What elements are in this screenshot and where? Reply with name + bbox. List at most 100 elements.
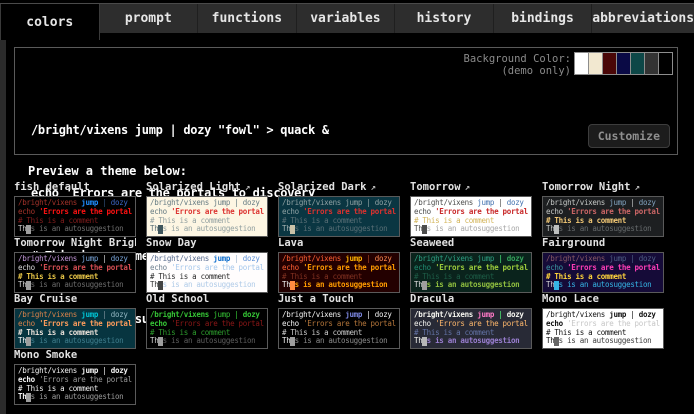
theme-just-a-touch[interactable]: Just a Touch /bright/vixens jump | dozy … — [278, 293, 400, 349]
theme-sample[interactable]: /bright/vixens jump | dozy "echo 'Errors… — [278, 308, 400, 349]
token-echo: echo — [282, 320, 299, 328]
theme-bay-cruise[interactable]: Bay Cruise /bright/vixens jump | dozy "e… — [14, 293, 136, 349]
theme-mono-lace[interactable]: Mono Lace /bright/vixens jump | dozy "ec… — [542, 293, 664, 349]
token-prefix: Th — [546, 337, 554, 345]
token-comment: # This is a comment — [414, 273, 494, 281]
background-swatch-cream[interactable] — [588, 52, 603, 75]
token-comment: # This is a comment — [546, 329, 626, 337]
token-prefix: Th — [414, 225, 422, 233]
token-path: /bright/vixens — [546, 199, 605, 207]
external-link-icon[interactable]: ↗ — [245, 183, 250, 193]
tab-variables[interactable]: variables — [297, 4, 396, 33]
theme-sample[interactable]: /bright/vixens jump | dozy "echo 'Errors… — [542, 252, 664, 293]
token-autosuggestion: s is an autosuggestion — [427, 225, 520, 233]
tab-label: functions — [212, 11, 282, 26]
token-prefix: Th — [546, 225, 554, 233]
token-autosuggestion: s is an autosuggestion — [31, 337, 124, 345]
tab-prompt[interactable]: prompt — [100, 4, 199, 33]
token-pipe: | — [234, 255, 238, 263]
token-pipe: | — [498, 199, 502, 207]
token-path: /bright/vixens — [546, 311, 605, 319]
theme-sample[interactable]: /bright/vixens jump | dozy "echo 'Errors… — [278, 196, 400, 237]
token-comment: # This is a comment — [150, 273, 230, 281]
theme-seaweed[interactable]: Seaweed /bright/vixens jump | dozy "echo… — [410, 237, 532, 293]
theme-old-school[interactable]: Old School /bright/vixens jump | dozy "e… — [146, 293, 268, 349]
tab-bar: colors prompt functions variables histor… — [0, 3, 694, 33]
token-prefix: Th — [546, 281, 554, 289]
token-pipe: | — [234, 311, 238, 319]
theme-sample[interactable]: /bright/vixens jump | dozy "echo 'Errors… — [14, 364, 136, 405]
theme-sample[interactable]: /bright/vixens jump | dozy "echo 'Errors… — [14, 308, 136, 349]
theme-sample[interactable]: /bright/vixens jump | dozy "echo 'Errors… — [542, 196, 664, 237]
theme-tomorrow-night[interactable]: Tomorrow Night↗ /bright/vixens jump | do… — [542, 181, 664, 237]
external-link-icon[interactable]: ↗ — [465, 183, 470, 193]
theme-sample[interactable]: /bright/vixens jump | dozy "echo 'Errors… — [14, 196, 136, 237]
token-quote: 'Errors are the portals — [39, 208, 132, 216]
theme-sample[interactable]: /bright/vixens jump | dozy "echo 'Errors… — [146, 196, 268, 237]
token-echo: echo — [18, 208, 35, 216]
token-comment: # This is a comment — [282, 273, 362, 281]
theme-fairground[interactable]: Fairground /bright/vixens jump | dozy "e… — [542, 237, 664, 293]
token-jump: jump — [477, 199, 494, 207]
background-swatch-dark-gray[interactable] — [644, 52, 659, 75]
theme-sample-line: echo 'Errors are the portals — [414, 208, 528, 217]
customize-button[interactable]: Customize — [588, 124, 670, 148]
theme-sample[interactable]: /bright/vixens jump | dozy "echo 'Errors… — [14, 252, 136, 293]
demo-terminal-panel: Background Color: (demo only) /bright/vi… — [14, 47, 678, 155]
theme-solarized-light[interactable]: Solarized Light↗ /bright/vixens jump | d… — [146, 181, 268, 237]
token-path: /bright/vixens — [18, 367, 77, 375]
token-path: /bright/vixens — [150, 311, 209, 319]
theme-sample-line: # This is a comment — [18, 217, 132, 226]
external-link-icon[interactable]: ↗ — [371, 183, 376, 193]
token-jump: jump — [609, 311, 626, 319]
theme-sample[interactable]: /bright/vixens jump | dozy "echo 'Errors… — [542, 308, 664, 349]
token-comment: # This is a comment — [150, 217, 230, 225]
theme-tomorrow[interactable]: Tomorrow↗ /bright/vixens jump | dozy "ec… — [410, 181, 532, 237]
token-path: /bright/vixens — [414, 255, 473, 263]
theme-sample-line: /bright/vixens jump | dozy " — [414, 311, 528, 320]
theme-sample-line: /bright/vixens jump | dozy " — [150, 199, 264, 208]
token-quote: 'Errors are the portals — [435, 320, 528, 328]
background-swatch-white[interactable] — [574, 52, 589, 75]
theme-sample[interactable]: /bright/vixens jump | dozy "echo 'Errors… — [146, 252, 268, 293]
background-swatch-teal[interactable] — [630, 52, 645, 75]
tab-colors[interactable]: colors — [0, 4, 100, 40]
token-quote: 'Errors are the portals — [435, 264, 528, 272]
tab-bindings[interactable]: bindings — [494, 4, 593, 33]
background-swatch-black[interactable] — [658, 52, 673, 75]
background-swatch-dark-red[interactable] — [602, 52, 617, 75]
token-jump: jump — [81, 367, 98, 375]
token-echo: echo — [150, 208, 167, 216]
token-quote: 'Errors are the portals — [171, 320, 264, 328]
tab-history[interactable]: history — [395, 4, 494, 33]
theme-sample-line: This is an autosuggestion — [18, 225, 132, 234]
tab-abbreviations[interactable]: abbreviations — [592, 4, 694, 33]
theme-sample[interactable]: /bright/vixens jump | dozy "echo 'Errors… — [410, 308, 532, 349]
theme-sample-line: # This is a comment — [414, 217, 528, 226]
external-link-icon[interactable]: ↗ — [635, 183, 640, 193]
token-comment: # This is a comment — [282, 217, 362, 225]
theme-sample-line: echo 'Errors are the portals — [18, 376, 132, 385]
theme-sample-line: This is an autosuggestion — [282, 281, 396, 290]
theme-mono-smoke[interactable]: Mono Smoke /bright/vixens jump | dozy "e… — [14, 349, 136, 405]
theme-sample[interactable]: /bright/vixens jump | dozy "echo 'Errors… — [146, 308, 268, 349]
theme-tomorrow-night-bright[interactable]: Tomorrow Night Bright↗ /bright/vixens ju… — [14, 237, 136, 293]
token-comment: # This is a comment — [18, 329, 98, 337]
tab-functions[interactable]: functions — [198, 4, 297, 33]
token-pipe: | — [102, 199, 106, 207]
theme-lava[interactable]: Lava /bright/vixens jump | dozy "echo 'E… — [278, 237, 400, 293]
token-quote: 'Errors are the portals — [39, 264, 132, 272]
theme-snow-day[interactable]: Snow Day /bright/vixens jump | dozy "ech… — [146, 237, 268, 293]
theme-sample[interactable]: /bright/vixens jump | dozy "echo 'Errors… — [278, 252, 400, 293]
theme-sample-line: echo 'Errors are the portals — [414, 264, 528, 273]
theme-sample-line: This is an autosuggestion — [546, 337, 660, 346]
background-swatch-navy[interactable] — [616, 52, 631, 75]
theme-sample[interactable]: /bright/vixens jump | dozy "echo 'Errors… — [410, 252, 532, 293]
theme-solarized-dark[interactable]: Solarized Dark↗ /bright/vixens jump | do… — [278, 181, 400, 237]
theme-dracula[interactable]: Dracula /bright/vixens jump | dozy "echo… — [410, 293, 532, 349]
token-autosuggestion: s is an autosuggestion — [295, 337, 388, 345]
theme-fish-default[interactable]: fish default /bright/vixens jump | dozy … — [14, 181, 136, 237]
theme-sample[interactable]: /bright/vixens jump | dozy "echo 'Errors… — [410, 196, 532, 237]
token-echo: echo — [150, 264, 167, 272]
theme-name: Just a Touch — [278, 293, 354, 305]
